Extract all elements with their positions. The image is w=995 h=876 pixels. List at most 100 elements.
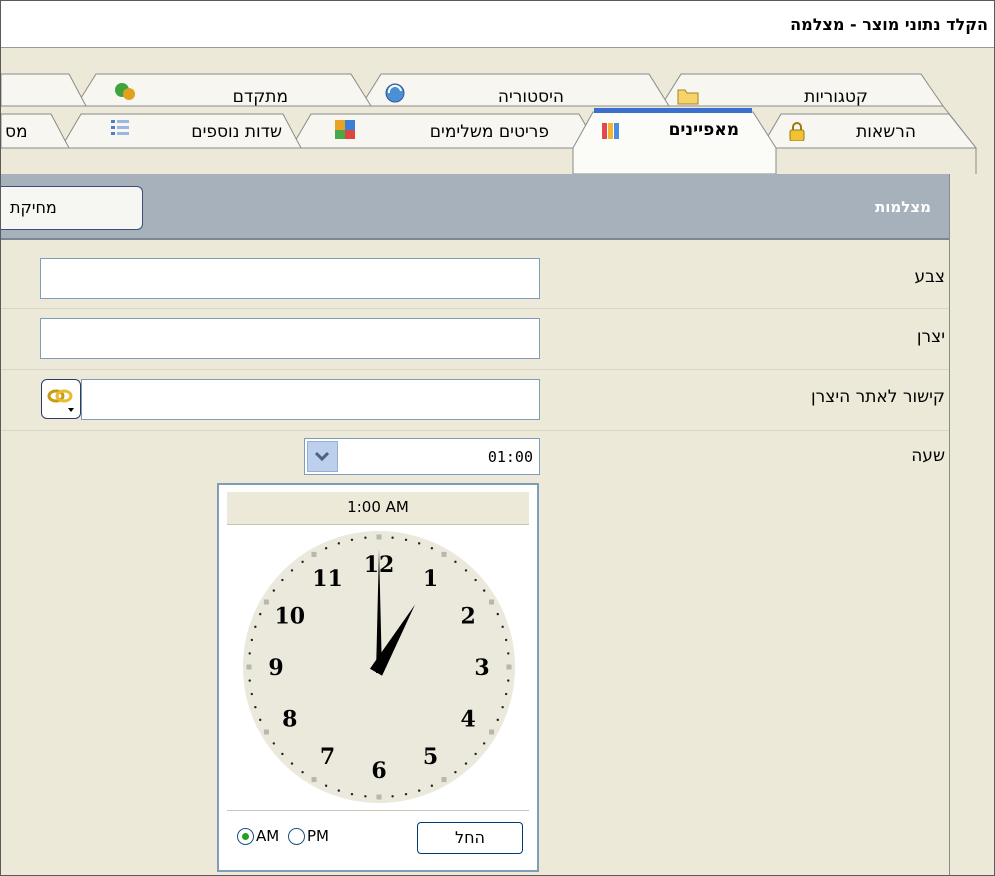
time-dropdown-button[interactable] bbox=[307, 441, 338, 472]
color-field[interactable] bbox=[40, 258, 540, 299]
tab-properties[interactable]: מאפיינים bbox=[669, 120, 739, 140]
analog-clock[interactable]: 121234567891011 bbox=[239, 527, 519, 807]
clock-number: 9 bbox=[268, 655, 283, 681]
properties-panel: מצלמות מחיקת צבע יצרן קישור לאתר היצרן ש… bbox=[1, 174, 950, 875]
minute-tick bbox=[281, 578, 284, 582]
minute-tick bbox=[259, 718, 262, 722]
lock-icon bbox=[789, 122, 805, 141]
hour-tick bbox=[376, 794, 382, 800]
time-field[interactable]: 01:00 bbox=[304, 438, 540, 475]
minute-tick bbox=[482, 589, 486, 592]
minute-tick bbox=[364, 536, 367, 539]
tab-partial[interactable]: מס bbox=[5, 122, 28, 142]
minute-tick bbox=[417, 789, 421, 792]
folder-icon bbox=[677, 89, 699, 105]
hour-tick bbox=[506, 664, 512, 670]
minute-tick bbox=[324, 784, 328, 787]
minute-tick bbox=[430, 784, 434, 787]
minute-tick bbox=[301, 560, 304, 564]
clock-number: 1 bbox=[423, 566, 438, 592]
clock-number: 4 bbox=[461, 707, 476, 733]
minute-tick bbox=[501, 705, 504, 709]
apply-button[interactable]: החל bbox=[417, 822, 523, 854]
delete-button[interactable]: מחיקת bbox=[1, 186, 143, 230]
minute-tick bbox=[496, 612, 499, 616]
time-label: שעה bbox=[911, 446, 945, 466]
tab-categories-shape[interactable] bbox=[660, 73, 944, 107]
minute-tick bbox=[324, 547, 328, 550]
minute-tick bbox=[504, 638, 508, 642]
clock-number: 5 bbox=[423, 744, 438, 770]
minute-tick bbox=[391, 536, 394, 539]
pm-radio[interactable] bbox=[288, 828, 305, 845]
color-label: צבע bbox=[914, 267, 945, 287]
minute-tick bbox=[404, 538, 408, 542]
tab-history[interactable]: היסטוריה bbox=[498, 87, 564, 107]
manufacturer-link-label: קישור לאתר היצרן bbox=[811, 387, 945, 407]
minute-tick bbox=[337, 542, 341, 545]
tab-permissions[interactable]: הרשאות bbox=[856, 122, 916, 142]
hour-tick bbox=[376, 534, 382, 540]
minute-tick bbox=[254, 705, 257, 709]
minute-tick bbox=[404, 792, 408, 796]
tab-related-items[interactable]: פריטים משלימים bbox=[430, 122, 549, 142]
am-label: AM bbox=[256, 827, 280, 845]
manufacturer-label: יצרן bbox=[916, 327, 945, 347]
clock-number: 3 bbox=[474, 655, 489, 681]
manufacturer-link-field[interactable] bbox=[81, 379, 540, 420]
clock-number: 7 bbox=[320, 744, 335, 770]
minute-tick bbox=[254, 625, 257, 629]
hour-tick bbox=[263, 599, 269, 605]
hour-tick bbox=[441, 777, 447, 783]
hour-tick bbox=[246, 664, 252, 670]
time-value: 01:00 bbox=[487, 448, 533, 466]
clock-number: 2 bbox=[461, 604, 476, 630]
minute-tick bbox=[248, 652, 251, 655]
clock-number: 8 bbox=[282, 707, 297, 733]
minute-tick bbox=[454, 770, 457, 774]
hour-tick bbox=[489, 599, 495, 605]
link-chain-button[interactable] bbox=[41, 379, 81, 419]
puzzle-icon bbox=[335, 120, 355, 139]
minute-tick bbox=[250, 638, 254, 642]
minute-tick bbox=[350, 792, 354, 796]
active-tab-accent bbox=[594, 108, 752, 113]
link-chain-icon bbox=[47, 389, 74, 412]
clock-header: 1:00 AM bbox=[227, 492, 529, 525]
tab-categories[interactable]: קטגוריות bbox=[804, 87, 868, 107]
minute-tick bbox=[417, 542, 421, 545]
tab-advanced[interactable]: מתקדם bbox=[233, 87, 288, 107]
history-icon bbox=[385, 83, 405, 103]
minute-tick bbox=[507, 679, 510, 682]
minute-tick bbox=[364, 795, 367, 798]
window: הקלד נתוני מוצר - מצלמה קטגוריות היסטורי… bbox=[0, 0, 995, 876]
minute-tick bbox=[350, 538, 354, 542]
minute-tick bbox=[250, 692, 254, 696]
minute-tick bbox=[474, 578, 477, 582]
list-icon bbox=[111, 120, 129, 135]
books-icon bbox=[602, 123, 619, 139]
minute-tick bbox=[454, 560, 457, 564]
tab-strip bbox=[1, 73, 978, 175]
minute-tick bbox=[496, 718, 499, 722]
minute-tick bbox=[504, 692, 508, 696]
tab-extra-fields[interactable]: שדות נוספים bbox=[191, 122, 282, 142]
minute-tick bbox=[464, 569, 468, 572]
am-radio-dot bbox=[242, 833, 249, 840]
minute-tick bbox=[272, 742, 276, 745]
am-radio[interactable] bbox=[237, 828, 254, 845]
minute-tick bbox=[430, 547, 434, 550]
chevron-down-icon bbox=[314, 451, 330, 462]
minute-tick bbox=[248, 679, 251, 682]
minute-tick bbox=[464, 762, 468, 765]
minute-tick bbox=[281, 752, 284, 756]
hour-tick bbox=[311, 777, 317, 783]
hour-tick bbox=[311, 551, 317, 557]
minute-tick bbox=[507, 652, 510, 655]
minute-tick bbox=[337, 789, 341, 792]
manufacturer-field[interactable] bbox=[40, 318, 540, 359]
hour-tick bbox=[441, 551, 447, 557]
minute-tick bbox=[474, 752, 477, 756]
advanced-icon bbox=[115, 83, 135, 100]
clock-number: 6 bbox=[371, 758, 386, 784]
